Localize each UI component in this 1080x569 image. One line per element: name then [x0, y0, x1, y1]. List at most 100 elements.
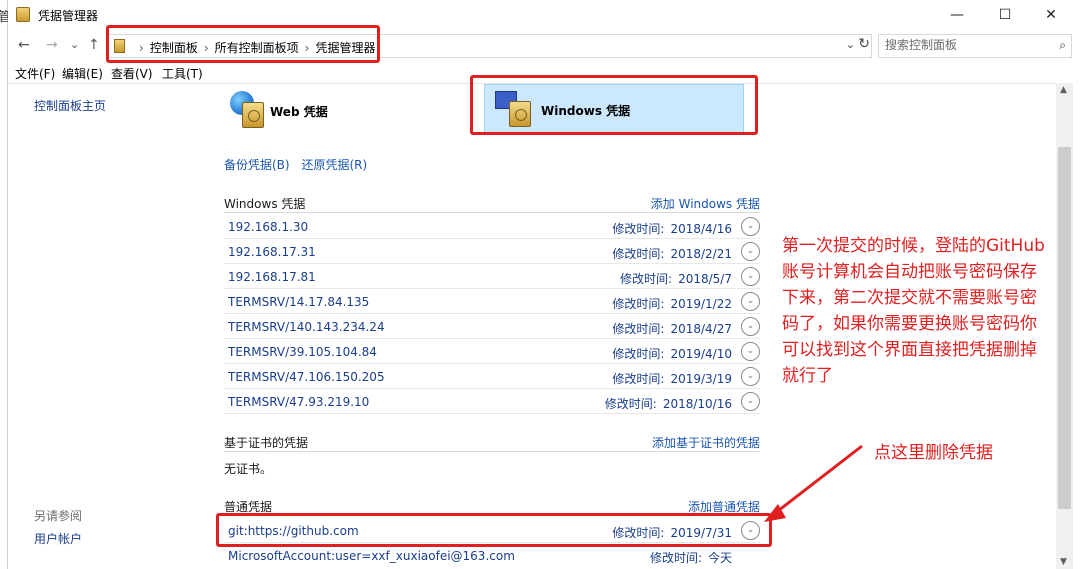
credential-modified: 修改时间: 2018/2/21	[612, 245, 732, 262]
menu-view[interactable]: 查看(V)	[111, 65, 153, 82]
sidebar-see-also-heading: 另请参阅	[34, 509, 83, 523]
annotation-delete-hint: 点这里删除凭据	[874, 443, 993, 463]
maximize-button[interactable]: ☐	[982, 0, 1028, 30]
expand-chevron-icon[interactable]: ⌄	[741, 342, 760, 361]
modified-label: 修改时间:	[649, 551, 702, 565]
forward-arrow-icon[interactable]: →	[46, 37, 58, 53]
modified-label: 修改时间:	[612, 347, 665, 361]
credential-row[interactable]: MicrosoftAccount:user=xxf_xuxiaofei@163.…	[224, 543, 760, 566]
title-bar: 凭据管理器 — ☐ ✕	[8, 0, 1080, 30]
section-title: 基于证书的凭据	[224, 436, 309, 450]
expand-chevron-icon[interactable]: ⌄	[741, 217, 760, 236]
modified-date: 2018/4/27	[670, 322, 732, 336]
credential-name: 192.168.17.31	[228, 245, 316, 259]
vertical-scrollbar[interactable]: ▲ ▼	[1056, 83, 1073, 569]
expand-chevron-icon[interactable]: ⌄	[741, 242, 760, 261]
restore-credentials-link[interactable]: 还原凭据(R)	[301, 158, 367, 172]
modified-date: 2018/2/21	[670, 247, 732, 261]
menu-file[interactable]: 文件(F)	[15, 65, 55, 82]
search-icon[interactable]: ⌕	[1059, 38, 1066, 53]
credential-row[interactable]: TERMSRV/39.105.104.84 修改时间: 2019/4/10 ⌄	[224, 339, 760, 364]
refresh-icon[interactable]: ↻	[858, 36, 870, 52]
expand-chevron-icon[interactable]: ⌄	[741, 267, 760, 286]
credential-modified: 修改时间: 2019/1/22	[612, 295, 732, 312]
navigation-bar: ← → ⌄ ↑ › 控制面板 › 所有控制面板项 › 凭据管理器 ⌄ ↻ ⌕	[8, 30, 1080, 62]
back-arrow-icon[interactable]: ←	[18, 37, 30, 53]
expand-chevron-icon[interactable]: ⌄	[741, 292, 760, 311]
scroll-up-arrow-icon[interactable]: ▲	[1060, 85, 1067, 95]
modified-date: 2018/10/16	[662, 397, 732, 411]
credential-name: 192.168.17.81	[228, 270, 316, 284]
modified-date: 2019/4/10	[670, 347, 732, 361]
credential-row[interactable]: git:https://github.com 修改时间: 2019/7/31 ⌄	[224, 518, 760, 543]
certificate-credentials-header: 基于证书的凭据 添加基于证书的凭据	[224, 432, 760, 452]
address-dropdown-icon[interactable]: ⌄	[846, 38, 855, 51]
sidebar-user-accounts[interactable]: 用户帐户	[34, 530, 82, 547]
menu-tools[interactable]: 工具(T)	[162, 65, 203, 82]
modified-date: 2019/7/31	[670, 526, 732, 540]
recent-locations-icon[interactable]: ⌄	[70, 38, 79, 51]
credential-row[interactable]: TERMSRV/47.106.150.205 修改时间: 2019/3/19 ⌄	[224, 364, 760, 389]
menu-edit[interactable]: 编辑(E)	[62, 65, 103, 82]
credential-name: MicrosoftAccount:user=xxf_xuxiaofei@163.…	[228, 549, 515, 563]
breadcrumb-credential-manager[interactable]: 凭据管理器	[315, 41, 375, 55]
sidebar-control-panel-home[interactable]: 控制面板主页	[34, 97, 106, 114]
credential-manager-icon	[16, 7, 30, 22]
credential-row[interactable]: 192.168.17.81 修改时间: 2018/5/7 ⌄	[224, 264, 760, 289]
modified-date: 2018/4/16	[670, 222, 732, 236]
expand-chevron-icon[interactable]: ⌄	[741, 521, 760, 540]
credential-modified: 修改时间: 2018/5/7	[620, 270, 732, 287]
background-window-edge: 管	[0, 0, 11, 569]
no-certificates-text: 无证书。	[224, 462, 273, 476]
expand-chevron-icon[interactable]: ⌄	[741, 392, 760, 411]
add-certificate-credential-link[interactable]: 添加基于证书的凭据	[652, 434, 760, 451]
modified-label: 修改时间:	[604, 397, 657, 411]
modified-label: 修改时间:	[620, 272, 673, 286]
expand-chevron-icon[interactable]: ⌄	[741, 367, 760, 386]
minimize-button[interactable]: —	[934, 0, 980, 30]
section-title: Windows 凭据	[224, 197, 306, 211]
breadcrumb-separator-icon[interactable]: ›	[204, 41, 209, 55]
backup-restore-actions: 备份凭据(B) 还原凭据(R)	[224, 156, 375, 173]
vault-icon	[509, 101, 531, 127]
credential-modified: 修改时间: 今天	[650, 549, 732, 566]
close-button[interactable]: ✕	[1028, 0, 1074, 30]
credential-row[interactable]: 192.168.1.30 修改时间: 2018/4/16 ⌄	[224, 214, 760, 239]
section-title: 普通凭据	[224, 500, 273, 514]
backup-credentials-link[interactable]: 备份凭据(B)	[224, 158, 290, 172]
address-bar[interactable]: › 控制面板 › 所有控制面板项 › 凭据管理器 ⌄ ↻	[106, 34, 872, 58]
credential-modified: 修改时间: 2018/10/16	[605, 395, 732, 412]
scroll-down-arrow-icon[interactable]: ▼	[1060, 557, 1067, 567]
credential-row[interactable]: TERMSRV/47.93.219.10 修改时间: 2018/10/16 ⌄	[224, 389, 760, 414]
modified-label: 修改时间:	[612, 322, 665, 336]
add-windows-credential-link[interactable]: 添加 Windows 凭据	[651, 195, 760, 212]
windows-credentials-header: Windows 凭据 添加 Windows 凭据	[224, 193, 760, 213]
breadcrumb-control-panel[interactable]: 控制面板	[150, 41, 198, 55]
modified-date: 2019/1/22	[670, 297, 732, 311]
credential-modified: 修改时间: 2019/4/10	[612, 345, 732, 362]
credential-row[interactable]: 192.168.17.31 修改时间: 2018/2/21 ⌄	[224, 239, 760, 264]
search-box[interactable]: ⌕	[878, 34, 1072, 58]
search-input[interactable]	[885, 38, 1045, 52]
expand-chevron-icon[interactable]: ⌄	[741, 317, 760, 336]
modified-label: 修改时间:	[612, 297, 665, 311]
menu-bar: 文件(F) 编辑(E) 查看(V) 工具(T)	[8, 63, 1080, 83]
breadcrumb-all-items[interactable]: 所有控制面板项	[215, 41, 299, 55]
modified-date: 今天	[707, 551, 732, 565]
add-generic-credential-link[interactable]: 添加普通凭据	[688, 498, 760, 515]
credential-name: TERMSRV/14.17.84.135	[228, 295, 370, 309]
credential-row[interactable]: TERMSRV/140.143.234.24 修改时间: 2018/4/27 ⌄	[224, 314, 760, 339]
credential-modified: 修改时间: 2018/4/27	[612, 320, 732, 337]
credential-row[interactable]: TERMSRV/14.17.84.135 修改时间: 2019/1/22 ⌄	[224, 289, 760, 314]
credential-modified: 修改时间: 2019/3/19	[612, 370, 732, 387]
scroll-thumb[interactable]	[1058, 147, 1071, 509]
breadcrumb-separator-icon[interactable]: ›	[305, 41, 310, 55]
vault-icon	[242, 102, 264, 128]
credential-name: TERMSRV/39.105.104.84	[228, 345, 377, 359]
control-panel-icon	[114, 39, 125, 53]
tab-windows-credentials[interactable]: Windows 凭据	[484, 84, 744, 134]
window-title: 凭据管理器	[38, 9, 99, 23]
modified-label: 修改时间:	[612, 526, 665, 540]
tab-web-credentials[interactable]: Web 凭据	[226, 88, 456, 136]
up-arrow-icon[interactable]: ↑	[88, 37, 100, 53]
